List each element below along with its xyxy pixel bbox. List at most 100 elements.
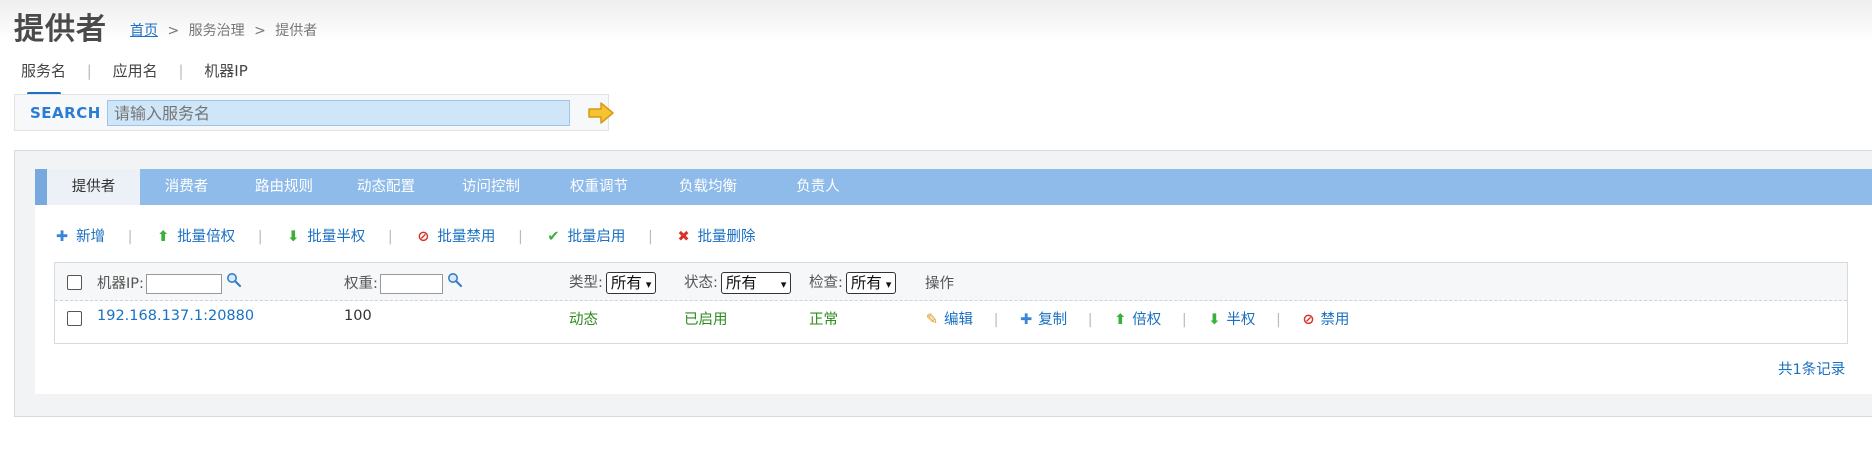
provider-weight: 100	[344, 308, 372, 324]
breadcrumb-separator: >	[167, 23, 180, 39]
status-select[interactable]: 所有 ▾	[720, 272, 792, 294]
status-header-label: 状态:	[684, 275, 718, 291]
copy-button[interactable]: ✚ 复制	[1019, 308, 1067, 329]
provider-status: 已启用	[684, 312, 728, 328]
toolbar-separator: |	[257, 229, 263, 245]
ip-header-label: 机器IP:	[97, 276, 144, 292]
weight-header-label: 权重:	[344, 276, 378, 292]
search-tab-separator: |	[178, 62, 184, 80]
provider-type: 动态	[569, 312, 598, 328]
ip-filter-input[interactable]	[145, 274, 222, 294]
search-input[interactable]	[107, 100, 570, 126]
ip-filter: 机器IP:	[97, 272, 242, 294]
breadcrumb-section: 服务治理	[188, 23, 245, 39]
breadcrumb-current: 提供者	[275, 23, 318, 39]
tab-bar-strip	[35, 169, 47, 205]
status-filter: 状态: 所有 ▾	[684, 271, 792, 294]
add-button-label: 新增	[76, 229, 105, 245]
search-box: SEARCH	[14, 94, 614, 131]
toolbar-separator: |	[517, 229, 523, 245]
tab-access-control[interactable]: 访问控制	[437, 169, 545, 205]
disable-label: 禁用	[1320, 312, 1350, 328]
type-filter: 类型: 所有 ▾	[569, 271, 657, 294]
batch-disable-button[interactable]: ⊘ 批量禁用	[415, 225, 495, 246]
batch-toolbar: ✚ 新增 | ⬆ 批量倍权 | ⬇ 批量半权 | ⊘ 批量禁用 | ✔ 批量启用 | ✖ 批…	[54, 225, 756, 246]
tab-weight-adjust[interactable]: 权重调节	[545, 169, 653, 205]
edit-button[interactable]: ✎ 编辑	[925, 308, 973, 329]
row-actions: ✎ 编辑 | ✚ 复制 | ⬆ 倍权 | ⬇ 半权 | ⊘ 禁用	[925, 308, 1350, 329]
status-select-value: 所有	[725, 274, 757, 292]
chevron-down-icon: ▾	[780, 278, 787, 291]
toolbar-separator: |	[127, 229, 133, 245]
batch-half-weight-button[interactable]: ⬇ 批量半权	[285, 225, 365, 246]
search-tab-service[interactable]: 服务名	[21, 60, 66, 95]
tab-dynamic-config[interactable]: 动态配置	[335, 169, 437, 205]
action-separator: |	[1275, 312, 1281, 328]
breadcrumb: 首页 > 服务治理 > 提供者	[130, 20, 317, 40]
search-arrow-icon[interactable]	[587, 101, 615, 125]
search-tab-separator: |	[86, 62, 92, 80]
table-header: 机器IP: 权重: 类型: 所有 ▾ 状态: 所有 ▾ 检查: 所有 ▾ 操作	[55, 263, 1847, 301]
row-checkbox[interactable]	[67, 311, 82, 326]
arrow-down-icon: ⬇	[1208, 312, 1221, 328]
weight-filter-input[interactable]	[379, 274, 443, 294]
search-icon[interactable]	[226, 272, 242, 288]
search-tab-application[interactable]: 应用名	[113, 60, 158, 87]
record-count: 共1条记录	[1778, 362, 1846, 378]
half-weight-button[interactable]: ⬇ 半权	[1207, 308, 1255, 329]
action-separator: |	[1087, 312, 1093, 328]
tab-routing-rules[interactable]: 路由规则	[233, 169, 335, 205]
page-title: 提供者	[14, 12, 107, 47]
check-select-value: 所有	[850, 274, 882, 292]
check-filter: 检查: 所有 ▾	[809, 271, 897, 294]
check-header-label: 检查:	[809, 275, 843, 291]
tab-load-balance[interactable]: 负载均衡	[653, 169, 763, 205]
chevron-down-icon: ▾	[885, 278, 892, 291]
disable-button[interactable]: ⊘ 禁用	[1301, 308, 1349, 329]
copy-label: 复制	[1038, 312, 1068, 328]
cross-icon: ✖	[677, 229, 690, 245]
type-select[interactable]: 所有 ▾	[605, 272, 657, 294]
tab-consumers[interactable]: 消费者	[140, 169, 233, 205]
toolbar-separator: |	[648, 229, 653, 245]
add-button[interactable]: ✚ 新增	[54, 225, 105, 246]
plus-icon: ✚	[1020, 312, 1033, 328]
forbidden-icon: ⊘	[417, 229, 430, 245]
type-select-value: 所有	[610, 274, 642, 292]
batch-double-weight-button[interactable]: ⬆ 批量倍权	[155, 225, 235, 246]
batch-disable-label: 批量禁用	[437, 229, 496, 245]
arrow-down-icon: ⬇	[287, 229, 300, 245]
breadcrumb-home-link[interactable]: 首页	[130, 23, 158, 39]
batch-delete-label: 批量删除	[697, 229, 756, 245]
search-tab-machine-ip[interactable]: 机器IP	[204, 60, 247, 87]
action-separator: |	[1181, 312, 1187, 328]
forbidden-icon: ⊘	[1302, 312, 1315, 328]
half-weight-label: 半权	[1226, 312, 1256, 328]
plus-icon: ✚	[55, 229, 69, 245]
provider-ip-link[interactable]: 192.168.137.1:20880	[97, 308, 254, 324]
operations-header: 操作	[925, 276, 954, 292]
batch-half-weight-label: 批量半权	[307, 229, 366, 245]
type-header-label: 类型:	[569, 275, 603, 291]
batch-double-weight-label: 批量倍权	[177, 229, 236, 245]
edit-label: 编辑	[944, 312, 973, 328]
batch-enable-label: 批量启用	[567, 229, 626, 245]
select-all-checkbox[interactable]	[67, 275, 82, 290]
search-type-tabs: 服务名 | 应用名 | 机器IP	[21, 60, 248, 95]
main-tab-bar: 提供者 消费者 路由规则 动态配置 访问控制 权重调节 负载均衡 负责人	[35, 169, 1872, 205]
batch-enable-button[interactable]: ✔ 批量启用	[545, 225, 625, 246]
double-weight-button[interactable]: ⬆ 倍权	[1113, 308, 1161, 329]
check-select[interactable]: 所有 ▾	[845, 272, 897, 294]
action-separator: |	[993, 312, 999, 328]
double-weight-label: 倍权	[1132, 312, 1162, 328]
batch-delete-button[interactable]: ✖ 批量删除	[676, 225, 756, 246]
search-icon[interactable]	[447, 272, 463, 288]
tab-owners[interactable]: 负责人	[763, 169, 873, 205]
providers-table: 机器IP: 权重: 类型: 所有 ▾ 状态: 所有 ▾ 检查: 所有 ▾ 操作 192.16…	[54, 262, 1848, 344]
arrow-up-icon: ⬆	[1114, 312, 1127, 328]
weight-filter: 权重:	[344, 272, 463, 294]
search-label: SEARCH	[30, 104, 101, 122]
toolbar-separator: |	[387, 229, 393, 245]
tab-providers[interactable]: 提供者	[47, 169, 140, 205]
breadcrumb-separator: >	[254, 23, 266, 39]
